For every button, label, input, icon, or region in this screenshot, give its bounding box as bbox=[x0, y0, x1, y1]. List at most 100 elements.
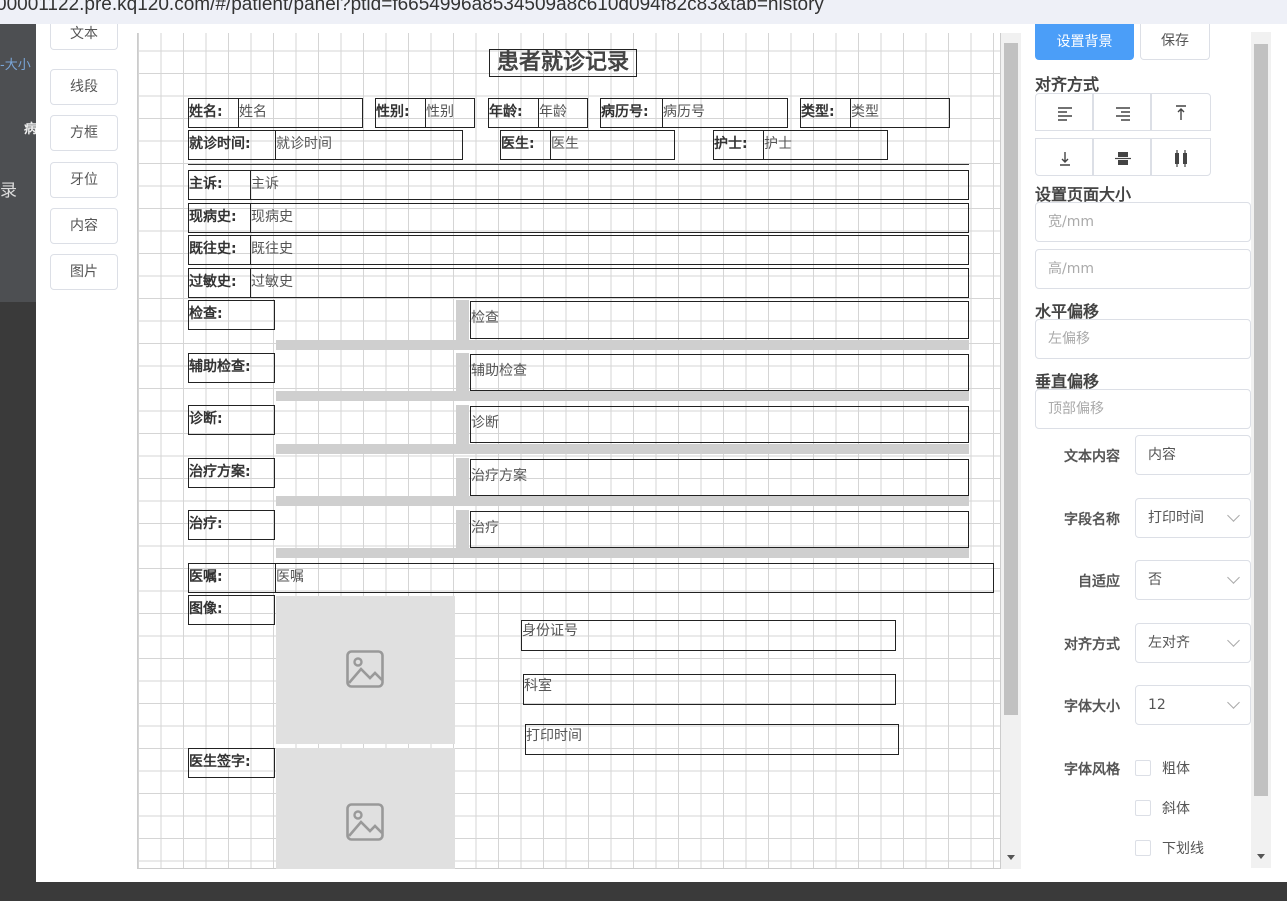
align-left-button[interactable] bbox=[1035, 93, 1093, 131]
distribute-horizontal-icon bbox=[1175, 150, 1187, 167]
treatment-plan-field[interactable]: 治疗方案 bbox=[470, 459, 969, 496]
treatment-label[interactable]: 治疗: bbox=[188, 510, 275, 540]
department-field[interactable]: 科室 bbox=[523, 674, 896, 705]
scroll-down-icon[interactable] bbox=[1007, 855, 1015, 860]
chevron-down-icon bbox=[1227, 634, 1240, 647]
align-right-icon bbox=[1116, 107, 1130, 121]
exam-label[interactable]: 检查: bbox=[188, 300, 275, 330]
left-offset-input[interactable]: 左偏移 bbox=[1035, 319, 1251, 359]
font-style-label: 字体风格 bbox=[1064, 762, 1120, 778]
complaint-label[interactable]: 主诉: bbox=[188, 170, 251, 200]
field-name-label: 字段名称 bbox=[1064, 512, 1120, 528]
visit-time-field[interactable]: 就诊时间 bbox=[275, 130, 463, 160]
gender-field[interactable]: 性别 bbox=[425, 98, 475, 128]
align-bottom-button[interactable] bbox=[1035, 138, 1093, 176]
age-field[interactable]: 年龄 bbox=[538, 98, 588, 128]
address-bar[interactable]: 00001122.pre.kq120.com/#/patient/panel?p… bbox=[0, 0, 1287, 24]
text-content-label: 文本内容 bbox=[1064, 449, 1120, 465]
chevron-down-icon bbox=[1227, 509, 1240, 522]
print-time-field[interactable]: 打印时间 bbox=[525, 724, 899, 755]
nurse-field[interactable]: 护士 bbox=[763, 130, 888, 160]
align-bottom-icon bbox=[1060, 152, 1070, 166]
underline-label[interactable]: 下划线 bbox=[1162, 838, 1204, 858]
page-height-input[interactable]: 高/mm bbox=[1035, 249, 1251, 289]
tool-text-button[interactable]: 文本 bbox=[50, 24, 118, 50]
present-illness-field[interactable]: 现病史 bbox=[250, 203, 969, 233]
bold-checkbox[interactable] bbox=[1135, 760, 1151, 776]
type-label[interactable]: 类型: bbox=[800, 98, 851, 128]
nurse-label[interactable]: 护士: bbox=[713, 130, 764, 160]
doctor-field[interactable]: 医生 bbox=[550, 130, 675, 160]
exam-field[interactable]: 检查 bbox=[470, 301, 969, 339]
underline-checkbox[interactable] bbox=[1135, 840, 1151, 856]
canvas-scroll-thumb[interactable] bbox=[1004, 43, 1018, 715]
id-number-field[interactable]: 身份证号 bbox=[521, 620, 896, 651]
page-width-input[interactable]: 宽/mm bbox=[1035, 202, 1251, 242]
save-button[interactable]: 保存 bbox=[1140, 24, 1210, 60]
background-app: -大小 病 录 bbox=[0, 24, 38, 302]
tool-image-button[interactable]: 图片 bbox=[50, 254, 118, 290]
field-name-select[interactable]: 打印时间 bbox=[1135, 498, 1251, 538]
font-size-select[interactable]: 12 bbox=[1135, 685, 1251, 725]
canvas-scrollbar[interactable] bbox=[1001, 33, 1022, 869]
align-middle-button[interactable] bbox=[1093, 138, 1151, 176]
type-field[interactable]: 类型 bbox=[850, 98, 950, 128]
text-content-input[interactable]: 内容 bbox=[1135, 435, 1251, 475]
distribute-button[interactable] bbox=[1151, 138, 1211, 176]
visit-time-label[interactable]: 就诊时间: bbox=[188, 130, 276, 160]
tool-content-button[interactable]: 内容 bbox=[50, 208, 118, 244]
form-title[interactable]: 患者就诊记录 bbox=[489, 49, 637, 77]
align-top-button[interactable] bbox=[1151, 93, 1211, 131]
backdrop-bottom bbox=[0, 882, 1287, 901]
italic-checkbox[interactable] bbox=[1135, 800, 1151, 816]
chevron-down-icon bbox=[1227, 696, 1240, 709]
set-background-button[interactable]: 设置背景 bbox=[1035, 24, 1134, 60]
aux-exam-field[interactable]: 辅助检查 bbox=[470, 354, 969, 391]
tool-tooth-button[interactable]: 牙位 bbox=[50, 162, 118, 198]
gender-label[interactable]: 性别: bbox=[375, 98, 426, 128]
align-right-button[interactable] bbox=[1093, 93, 1151, 131]
signature-label[interactable]: 医生签字: bbox=[188, 748, 275, 778]
top-offset-input[interactable]: 顶部偏移 bbox=[1035, 389, 1251, 429]
name-field[interactable]: 姓名 bbox=[238, 98, 363, 128]
diagnosis-field[interactable]: 诊断 bbox=[470, 406, 969, 443]
treatment-plan-label[interactable]: 治疗方案: bbox=[188, 458, 275, 488]
image-icon bbox=[346, 803, 384, 841]
advice-field[interactable]: 医嘱 bbox=[275, 563, 994, 593]
alignment-label: 对齐方式 bbox=[1064, 637, 1120, 653]
aux-exam-label[interactable]: 辅助检查: bbox=[188, 353, 275, 383]
doctor-label[interactable]: 医生: bbox=[500, 130, 551, 160]
chevron-down-icon bbox=[1227, 571, 1240, 584]
bold-label[interactable]: 粗体 bbox=[1162, 758, 1190, 778]
complaint-field[interactable]: 主诉 bbox=[250, 170, 969, 200]
past-history-field[interactable]: 既往史 bbox=[250, 235, 969, 265]
diagnosis-label[interactable]: 诊断: bbox=[188, 405, 275, 435]
font-size-label: 字体大小 bbox=[1064, 699, 1120, 715]
record-field[interactable]: 病历号 bbox=[662, 98, 788, 128]
align-section-title: 对齐方式 bbox=[1035, 75, 1100, 94]
treatment-field[interactable]: 治疗 bbox=[470, 511, 969, 548]
divider-line[interactable] bbox=[188, 164, 969, 165]
adaptive-label: 自适应 bbox=[1078, 574, 1120, 590]
panel-scroll-thumb[interactable] bbox=[1254, 44, 1268, 796]
present-illness-label[interactable]: 现病史: bbox=[188, 203, 251, 233]
signature-placeholder[interactable] bbox=[276, 748, 455, 869]
url-text: 00001122.pre.kq120.com/#/patient/panel?p… bbox=[0, 0, 824, 15]
align-vertical-center-icon bbox=[1115, 152, 1131, 165]
tool-box-button[interactable]: 方框 bbox=[50, 115, 118, 151]
name-label[interactable]: 姓名: bbox=[188, 98, 239, 128]
image-label[interactable]: 图像: bbox=[188, 595, 275, 625]
age-label[interactable]: 年龄: bbox=[488, 98, 539, 128]
record-label[interactable]: 病历号: bbox=[600, 98, 663, 128]
tool-line-button[interactable]: 线段 bbox=[50, 69, 118, 105]
advice-label[interactable]: 医嘱: bbox=[188, 563, 276, 593]
allergy-field[interactable]: 过敏史 bbox=[250, 268, 969, 298]
italic-label[interactable]: 斜体 bbox=[1162, 798, 1190, 818]
panel-scrollbar[interactable] bbox=[1251, 32, 1271, 868]
past-history-label[interactable]: 既往史: bbox=[188, 235, 251, 265]
allergy-label[interactable]: 过敏史: bbox=[188, 268, 251, 298]
alignment-select[interactable]: 左对齐 bbox=[1135, 623, 1251, 663]
adaptive-select[interactable]: 否 bbox=[1135, 560, 1251, 600]
scroll-down-icon[interactable] bbox=[1257, 854, 1265, 859]
image-placeholder[interactable] bbox=[276, 596, 455, 744]
